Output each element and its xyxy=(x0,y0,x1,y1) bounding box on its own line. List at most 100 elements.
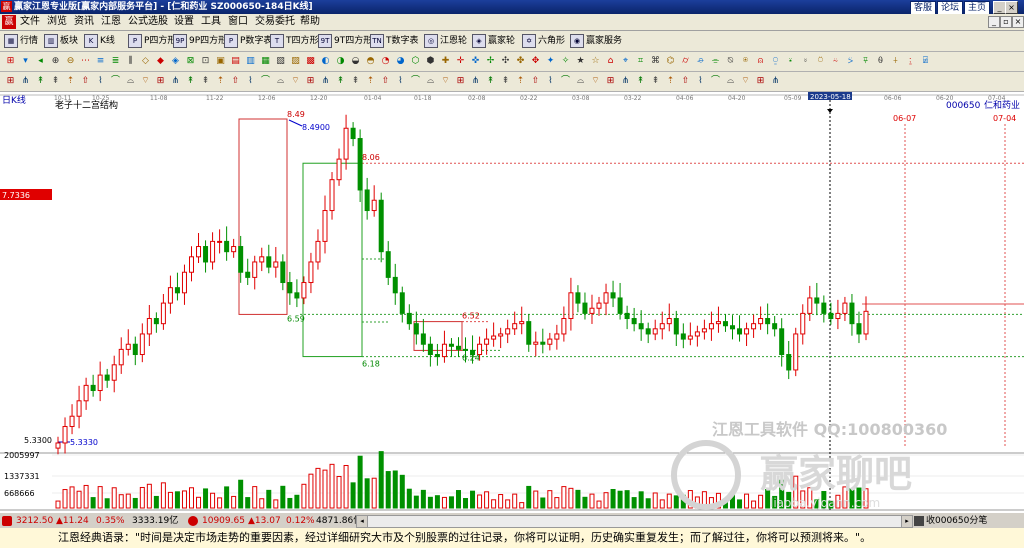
indicator-tool-24-icon[interactable]: ⇡ xyxy=(364,75,377,88)
indicator-tool-34-icon[interactable]: ⇡ xyxy=(514,75,527,88)
indicator-tool-43-icon[interactable]: ⇞ xyxy=(649,75,662,88)
draw-tool-0-icon[interactable]: ⊞ xyxy=(4,55,17,68)
draw-tool-41-icon[interactable]: ⌖ xyxy=(619,55,632,68)
draw-tool-47-icon[interactable]: ⌯ xyxy=(709,55,722,68)
draw-tool-38-icon[interactable]: ★ xyxy=(574,55,587,68)
draw-tool-11-icon[interactable]: ◈ xyxy=(169,55,182,68)
menu-formula-screener[interactable]: 公式选股 xyxy=(128,15,168,29)
draw-tool-4-icon[interactable]: ⊖ xyxy=(64,55,77,68)
indicator-tool-41-icon[interactable]: ⋔ xyxy=(619,75,632,88)
draw-tool-56-icon[interactable]: ⍩ xyxy=(844,55,857,68)
indicator-tool-12-icon[interactable]: ↟ xyxy=(184,75,197,88)
draw-tool-2-icon[interactable]: ◂ xyxy=(34,55,47,68)
draw-tool-60-icon[interactable]: ⍮ xyxy=(904,55,917,68)
draw-tool-1-icon[interactable]: ▾ xyxy=(19,55,32,68)
toolbar-item-2[interactable]: K K线 xyxy=(84,34,115,48)
toolbar-item-6[interactable]: T T四方形 xyxy=(270,34,319,48)
draw-tool-9-icon[interactable]: ◇ xyxy=(139,55,152,68)
tick-detail-text[interactable]: 收000650分笔 xyxy=(926,513,987,529)
draw-tool-20-icon[interactable]: ▩ xyxy=(304,55,317,68)
indicator-tool-37-icon[interactable]: ⌒ xyxy=(559,75,572,88)
indicator-tool-0-icon[interactable]: ⊞ xyxy=(4,75,17,88)
draw-tool-19-icon[interactable]: ▨ xyxy=(289,55,302,68)
draw-tool-48-icon[interactable]: ⍉ xyxy=(724,55,737,68)
indicator-tool-51-icon[interactable]: ⋔ xyxy=(769,75,782,88)
indicator-tool-50-icon[interactable]: ⊞ xyxy=(754,75,767,88)
indicator-tool-2-icon[interactable]: ↟ xyxy=(34,75,47,88)
indicator-tool-19-icon[interactable]: ⌔ xyxy=(289,75,302,88)
indicator-tool-16-icon[interactable]: ⌇ xyxy=(244,75,257,88)
draw-tool-28-icon[interactable]: ⬢ xyxy=(424,55,437,68)
indicator-tool-27-icon[interactable]: ⌒ xyxy=(409,75,422,88)
toolbar-item-3[interactable]: P P四方形 xyxy=(128,34,176,48)
draw-tool-31-icon[interactable]: ✜ xyxy=(469,55,482,68)
indicator-tool-21-icon[interactable]: ⋔ xyxy=(319,75,332,88)
indicator-tool-36-icon[interactable]: ⌇ xyxy=(544,75,557,88)
indicator-tool-47-icon[interactable]: ⌒ xyxy=(709,75,722,88)
draw-tool-8-icon[interactable]: ⫼ xyxy=(124,55,137,68)
mdi-close-icon[interactable]: × xyxy=(1012,16,1024,28)
draw-tool-10-icon[interactable]: ◆ xyxy=(154,55,167,68)
toolbar-item-11[interactable]: ✡ 六角形 xyxy=(522,34,565,48)
indicator-tool-23-icon[interactable]: ⇞ xyxy=(349,75,362,88)
draw-tool-14-icon[interactable]: ▣ xyxy=(214,55,227,68)
draw-tool-58-icon[interactable]: ⍬ xyxy=(874,55,887,68)
menu-gann[interactable]: 江恩 xyxy=(101,15,121,29)
draw-tool-32-icon[interactable]: ✢ xyxy=(484,55,497,68)
indicator-tool-31-icon[interactable]: ⋔ xyxy=(469,75,482,88)
draw-tool-52-icon[interactable]: ⍣ xyxy=(784,55,797,68)
scroll-right-icon[interactable]: ▸ xyxy=(901,516,912,527)
draw-tool-22-icon[interactable]: ◑ xyxy=(334,55,347,68)
toolbar-item-5[interactable]: P P数字表 xyxy=(224,34,272,48)
toolbar-item-12[interactable]: ◉ 赢家服务 xyxy=(570,34,622,48)
draw-tool-50-icon[interactable]: ⍝ xyxy=(754,55,767,68)
scroll-left-icon[interactable]: ◂ xyxy=(357,516,368,527)
indicator-tool-6-icon[interactable]: ⌇ xyxy=(94,75,107,88)
kline-chart[interactable]: 10-11 10-25 11-08 11-22 12-06 12-20 01-04 01-18… xyxy=(0,92,1024,512)
indicator-tool-42-icon[interactable]: ↟ xyxy=(634,75,647,88)
indicator-tool-15-icon[interactable]: ⇧ xyxy=(229,75,242,88)
indicator-tool-29-icon[interactable]: ⌔ xyxy=(439,75,452,88)
indicator-tool-33-icon[interactable]: ⇞ xyxy=(499,75,512,88)
draw-tool-24-icon[interactable]: ◓ xyxy=(364,55,377,68)
indicator-tool-20-icon[interactable]: ⊞ xyxy=(304,75,317,88)
draw-tool-16-icon[interactable]: ▥ xyxy=(244,55,257,68)
menu-tools[interactable]: 工具 xyxy=(201,15,221,29)
toolbar-item-8[interactable]: TN T数字表 xyxy=(370,34,419,48)
indicator-tool-40-icon[interactable]: ⊞ xyxy=(604,75,617,88)
draw-tool-5-icon[interactable]: ⋯ xyxy=(79,55,92,68)
forum-link[interactable]: 论坛 xyxy=(937,1,963,15)
draw-tool-37-icon[interactable]: ✧ xyxy=(559,55,572,68)
draw-tool-59-icon[interactable]: ⍭ xyxy=(889,55,902,68)
draw-tool-21-icon[interactable]: ◐ xyxy=(319,55,332,68)
horizontal-scrollbar[interactable]: ◂ ▸ xyxy=(356,515,913,528)
indicator-tool-17-icon[interactable]: ⌒ xyxy=(259,75,272,88)
toolbar-item-1[interactable]: ▥ 板块 xyxy=(44,34,78,48)
draw-tool-17-icon[interactable]: ▦ xyxy=(259,55,272,68)
draw-tool-43-icon[interactable]: ⌘ xyxy=(649,55,662,68)
indicator-tool-35-icon[interactable]: ⇧ xyxy=(529,75,542,88)
indicator-tool-38-icon[interactable]: ⌓ xyxy=(574,75,587,88)
draw-tool-55-icon[interactable]: ⍨ xyxy=(829,55,842,68)
draw-tool-61-icon[interactable]: ⍯ xyxy=(919,55,932,68)
kline-chart-svg[interactable]: 10-11 10-25 11-08 11-22 12-06 12-20 01-04 01-18… xyxy=(0,92,1024,512)
indicator-tool-3-icon[interactable]: ⇞ xyxy=(49,75,62,88)
draw-tool-25-icon[interactable]: ◔ xyxy=(379,55,392,68)
indicator-tool-18-icon[interactable]: ⌓ xyxy=(274,75,287,88)
indicator-tool-11-icon[interactable]: ⋔ xyxy=(169,75,182,88)
draw-tool-40-icon[interactable]: ⌂ xyxy=(604,55,617,68)
draw-tool-6-icon[interactable]: ≡ xyxy=(94,55,107,68)
toolbar-item-0[interactable]: ▦ 行情 xyxy=(4,34,38,48)
indicator-tool-46-icon[interactable]: ⌇ xyxy=(694,75,707,88)
draw-tool-44-icon[interactable]: ⌬ xyxy=(664,55,677,68)
indicator-tool-5-icon[interactable]: ⇧ xyxy=(79,75,92,88)
indicator-tool-25-icon[interactable]: ⇧ xyxy=(379,75,392,88)
draw-tool-36-icon[interactable]: ✦ xyxy=(544,55,557,68)
indicator-tool-13-icon[interactable]: ⇞ xyxy=(199,75,212,88)
draw-tool-42-icon[interactable]: ⌗ xyxy=(634,55,647,68)
draw-tool-23-icon[interactable]: ◒ xyxy=(349,55,362,68)
draw-tool-13-icon[interactable]: ⊡ xyxy=(199,55,212,68)
toolbar-item-4[interactable]: 9P 9P四方形 xyxy=(173,34,227,48)
homepage-link[interactable]: 主页 xyxy=(964,1,990,15)
draw-tool-49-icon[interactable]: ⍟ xyxy=(739,55,752,68)
